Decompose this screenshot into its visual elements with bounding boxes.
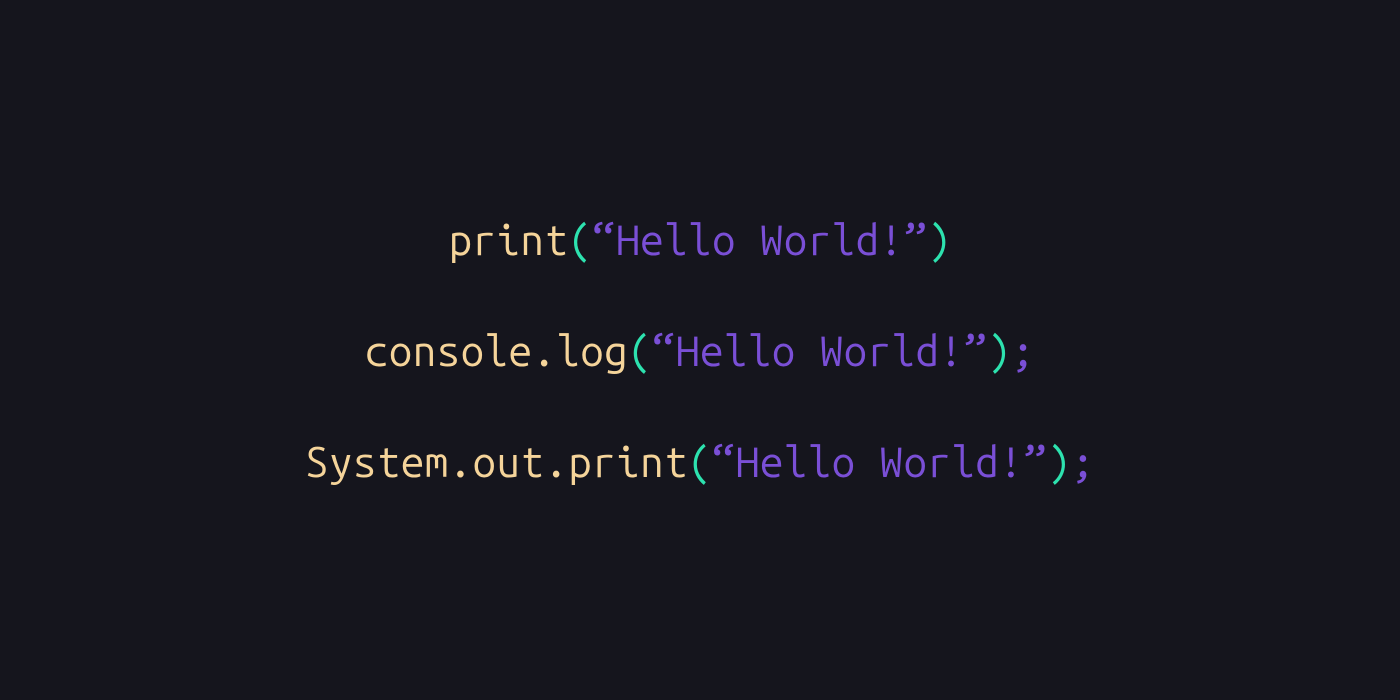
string-literal: “Hello World!”: [592, 216, 927, 263]
close-paren: ): [987, 327, 1011, 374]
string-literal: “Hello World!”: [652, 327, 987, 374]
semicolon: ;: [1011, 327, 1035, 374]
function-name: console.log: [365, 327, 628, 374]
close-paren: ): [927, 216, 951, 263]
string-literal: “Hello World!”: [712, 438, 1047, 485]
code-line-python: print(“Hello World!”): [449, 216, 952, 263]
function-name: print: [449, 216, 569, 263]
open-paren: (: [568, 216, 592, 263]
function-name: System.out.print: [305, 438, 688, 485]
close-paren: ): [1047, 438, 1071, 485]
open-paren: (: [628, 327, 652, 374]
code-line-java: System.out.print(“Hello World!”);: [305, 438, 1095, 485]
semicolon: ;: [1071, 438, 1095, 485]
code-line-javascript: console.log(“Hello World!”);: [365, 327, 1035, 374]
open-paren: (: [688, 438, 712, 485]
